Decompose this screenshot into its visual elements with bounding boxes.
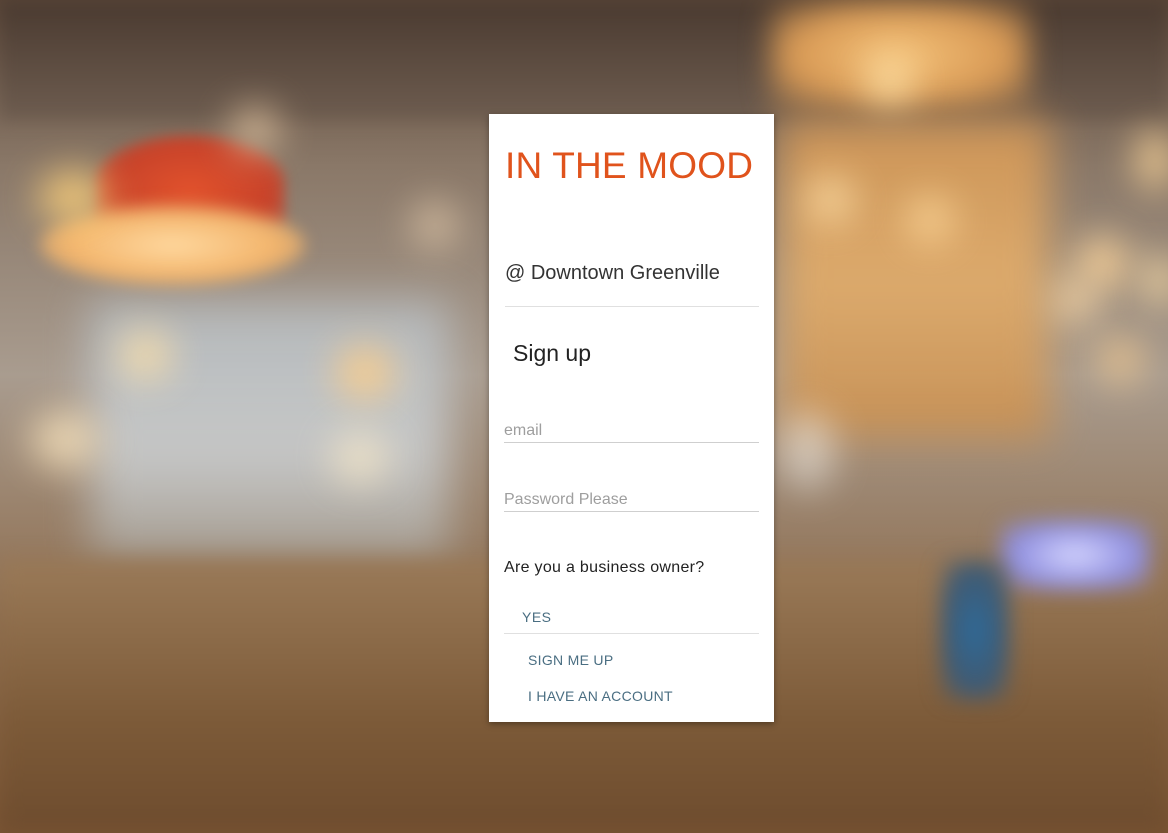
signup-card: IN THE MOOD @ Downtown Greenville Sign u… (489, 114, 774, 722)
business-owner-question: Are you a business owner? (504, 559, 705, 576)
email-field (504, 413, 759, 443)
yes-button[interactable]: YES (504, 600, 759, 634)
divider (505, 306, 759, 307)
password-input[interactable] (504, 482, 759, 511)
location-label: @ Downtown Greenville (505, 262, 720, 284)
brand-title: IN THE MOOD (505, 145, 754, 186)
email-input[interactable] (504, 413, 759, 442)
form-title: Sign up (513, 340, 592, 366)
have-account-button[interactable]: I HAVE AN ACCOUNT (528, 688, 673, 704)
sign-me-up-button[interactable]: SIGN ME UP (528, 652, 613, 668)
password-field (504, 482, 759, 512)
